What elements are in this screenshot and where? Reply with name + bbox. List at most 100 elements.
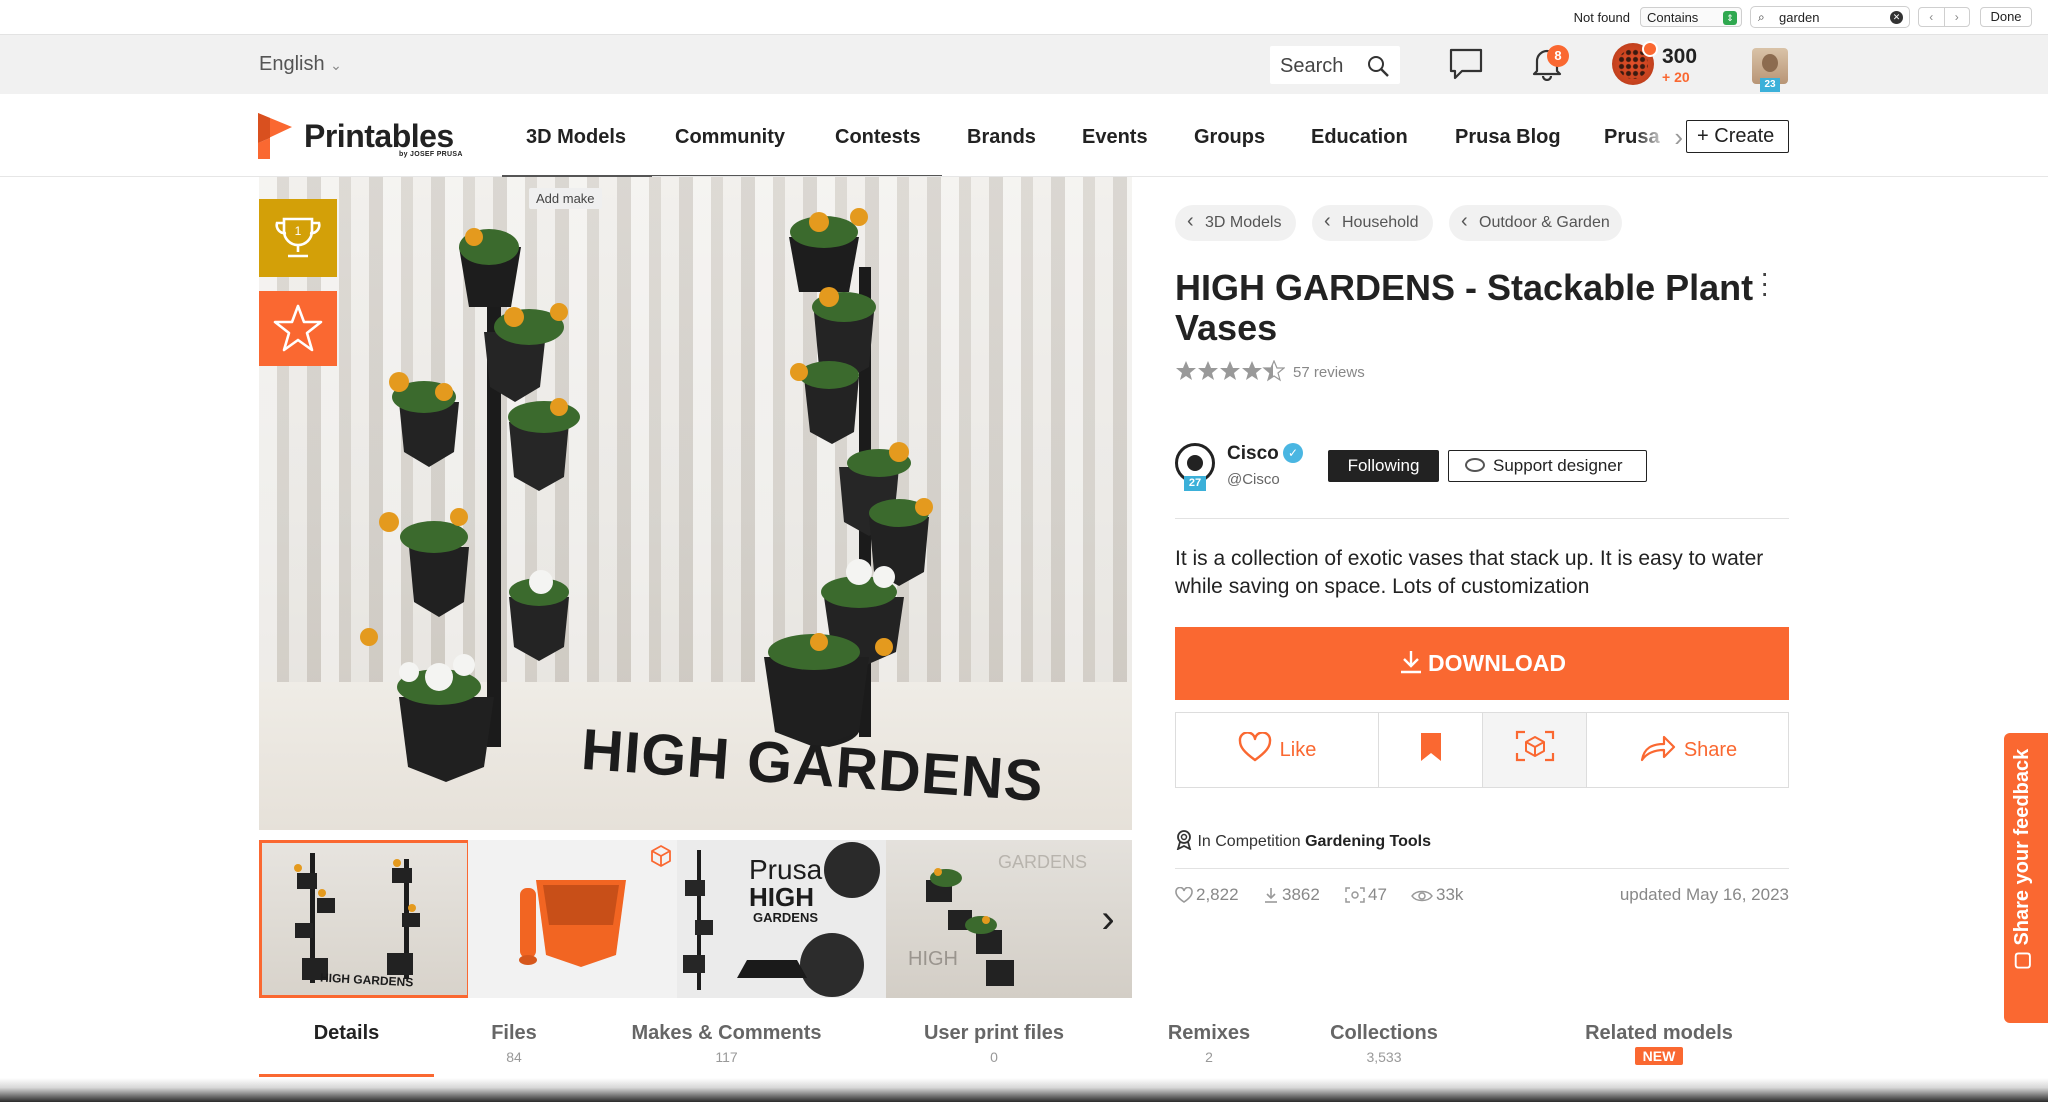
- create-button[interactable]: + Create: [1686, 120, 1789, 153]
- nav-education[interactable]: Education: [1311, 126, 1408, 149]
- nav-groups[interactable]: Groups: [1194, 126, 1265, 149]
- heart-outline-icon: [1175, 886, 1193, 903]
- share-label: Share: [1683, 739, 1738, 761]
- likes-stat: 2,822: [1175, 885, 1239, 905]
- tab-files-count: 84: [506, 1049, 522, 1065]
- thumbnail-1[interactable]: HIGH GARDENS: [259, 840, 470, 998]
- tab-user-print-files[interactable]: User print files 0: [919, 1022, 1069, 1065]
- language-label: English: [259, 53, 325, 75]
- competition-name[interactable]: Gardening Tools: [1305, 833, 1431, 850]
- tab-remixes-count: 2: [1205, 1049, 1213, 1065]
- tab-makes-comments-count: 117: [715, 1049, 738, 1065]
- main-nav: Printables by JOSEF PRUSA 3D Models Comm…: [0, 94, 2048, 177]
- download-icon: [1401, 651, 1421, 674]
- find-prev-button[interactable]: ‹: [1919, 8, 1945, 26]
- award-ribbon-icon: [1176, 830, 1192, 851]
- share-button[interactable]: Share: [1587, 713, 1790, 787]
- competition-info[interactable]: In Competition Gardening Tools: [1175, 830, 1431, 851]
- breadcrumb-household[interactable]: Household: [1312, 205, 1433, 241]
- points-value: 300: [1662, 45, 1698, 68]
- tab-related-models-label: Related models: [1585, 1022, 1733, 1044]
- tab-details-label: Details: [313, 1022, 380, 1044]
- download-button[interactable]: DOWNLOAD: [1175, 627, 1789, 700]
- tab-collections[interactable]: Collections 3,533: [1319, 1022, 1449, 1065]
- nav-community[interactable]: Community: [675, 126, 785, 149]
- thumbnail-3[interactable]: Prusa HIGH GARDENS: [677, 840, 888, 998]
- gallery-next-icon[interactable]: ›: [1093, 890, 1123, 950]
- tab-collections-count: 3,533: [1366, 1049, 1402, 1065]
- like-label: Like: [1279, 739, 1317, 761]
- search-icon: [1368, 56, 1389, 77]
- utility-bar: English ⌄ Search 8 300 + 20 23: [0, 35, 2048, 94]
- eye-icon: [1411, 890, 1433, 902]
- rating-stars[interactable]: [1175, 360, 1285, 382]
- views-count: 33k: [1436, 885, 1464, 904]
- find-mode-select[interactable]: Contains ⇕: [1640, 7, 1742, 27]
- find-bar: Not found Contains ⇕ ⌕ garden ✕ ‹ › Done: [0, 0, 2048, 35]
- favorite-star-badge[interactable]: [259, 291, 337, 366]
- reviews-count[interactable]: 57 reviews: [1293, 364, 1365, 381]
- action-row: Like Share: [1175, 712, 1789, 788]
- tab-user-print-files-count: 0: [990, 1049, 998, 1065]
- heart-icon: [1238, 731, 1271, 762]
- tab-makes-comments-label: Makes & Comments: [631, 1022, 822, 1044]
- model-hero-image[interactable]: HIGH GARDENS: [259, 177, 1132, 830]
- nav-hover-indicator: [652, 175, 942, 176]
- find-status: Not found: [1573, 10, 1630, 25]
- breadcrumb-outdoor-garden[interactable]: Outdoor & Garden: [1449, 205, 1622, 241]
- breadcrumb-3d-models[interactable]: 3D Models: [1175, 205, 1296, 241]
- makes-stat: 47: [1345, 885, 1387, 905]
- divider: [1175, 868, 1789, 869]
- divider: [1175, 518, 1789, 519]
- designer-name[interactable]: Cisco: [1227, 443, 1279, 465]
- tab-remixes-label: Remixes: [1167, 1022, 1251, 1044]
- verified-check-icon: ✓: [1283, 443, 1303, 463]
- add-make-button[interactable]: Add make: [529, 188, 602, 209]
- thumbnail-4-caption-top: GARDENS: [998, 852, 1088, 872]
- thumbnail-2-3d-preview[interactable]: [468, 840, 679, 998]
- thumbnail-3-caption-bottom: GARDENS: [753, 910, 819, 925]
- model-stats: 2,822 3862 47 33k updated May 16, 2023: [1175, 885, 1789, 909]
- search-input[interactable]: Search: [1270, 46, 1400, 84]
- nav-prusa-blog[interactable]: Prusa Blog: [1455, 126, 1561, 149]
- messages-icon[interactable]: [1448, 47, 1484, 81]
- tab-makes-comments[interactable]: Makes & Comments 117: [619, 1022, 834, 1065]
- tab-remixes[interactable]: Remixes 2: [1159, 1022, 1259, 1065]
- logo-wordmark[interactable]: Printables: [304, 118, 454, 155]
- designer-handle[interactable]: @Cisco: [1227, 471, 1280, 488]
- nav-scroll-right-icon[interactable]: ›: [1635, 114, 1683, 164]
- nav-3d-models[interactable]: 3D Models: [526, 126, 626, 149]
- find-next-button[interactable]: ›: [1945, 8, 1970, 26]
- nav-brands[interactable]: Brands: [967, 126, 1036, 149]
- find-input[interactable]: ⌕ garden ✕: [1750, 6, 1910, 28]
- find-mode-label: Contains: [1647, 10, 1699, 25]
- chevron-down-icon: ⌄: [330, 57, 342, 73]
- tab-related-models[interactable]: Related models NEW: [1579, 1022, 1739, 1066]
- vase-3d-render: [519, 880, 626, 967]
- nav-contests[interactable]: Contests: [835, 126, 921, 149]
- find-done-button[interactable]: Done: [1980, 7, 2032, 27]
- likes-count: 2,822: [1196, 885, 1239, 904]
- printables-logo-icon[interactable]: [258, 113, 292, 159]
- tab-details[interactable]: Details: [259, 1022, 434, 1045]
- clear-icon[interactable]: ✕: [1890, 11, 1903, 24]
- coin-icon: [1465, 458, 1485, 472]
- feedback-label[interactable]: ▢ Share your feedback: [2009, 749, 2034, 970]
- makes-icon: [1345, 887, 1365, 903]
- logo-byline: by JOSEF PRUSA: [399, 151, 463, 158]
- view-3d-button[interactable]: [1483, 713, 1587, 787]
- tab-collections-label: Collections: [1330, 1022, 1438, 1044]
- trophy-award-badge[interactable]: 1: [259, 199, 337, 277]
- view-3d-icon: [1515, 730, 1554, 762]
- coin-indicator-icon: [1642, 41, 1658, 57]
- nav-events[interactable]: Events: [1082, 126, 1148, 149]
- language-select[interactable]: English ⌄: [259, 53, 342, 76]
- following-button[interactable]: Following: [1328, 450, 1439, 482]
- like-button[interactable]: Like: [1176, 713, 1379, 787]
- support-designer-button[interactable]: Support designer: [1448, 450, 1647, 482]
- bookmark-icon: [1420, 733, 1441, 761]
- tab-files[interactable]: Files 84: [434, 1022, 594, 1065]
- more-options-icon[interactable]: · · ·: [1760, 259, 1769, 307]
- bookmark-button[interactable]: [1379, 713, 1483, 787]
- downloads-stat: 3862: [1263, 885, 1320, 905]
